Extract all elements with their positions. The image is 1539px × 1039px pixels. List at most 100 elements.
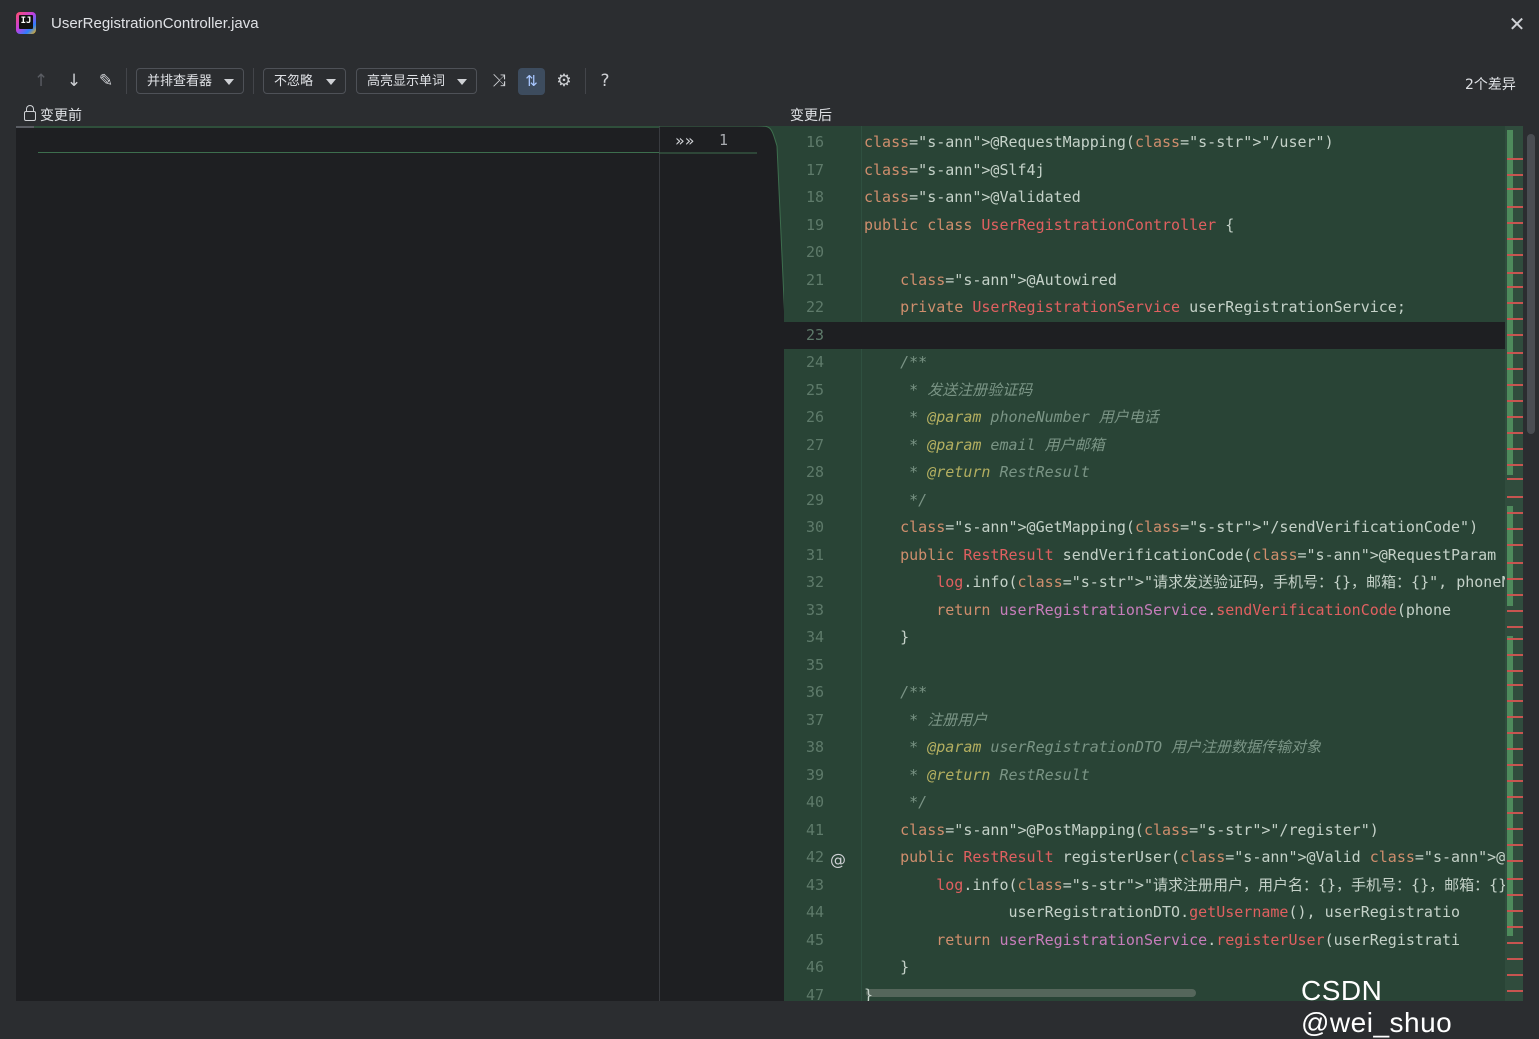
code-line[interactable]: 22 private UserRegistrationService userR… <box>784 294 1523 322</box>
error-stripe-marker[interactable] <box>1507 828 1523 830</box>
error-stripe-marker[interactable] <box>1507 478 1523 480</box>
error-stripe-marker[interactable] <box>1507 512 1523 514</box>
error-stripe-marker[interactable] <box>1507 222 1523 224</box>
code-line[interactable]: 33 return userRegistrationService.sendVe… <box>784 597 1523 625</box>
error-stripe-marker[interactable] <box>1507 878 1523 880</box>
code-line[interactable]: 37 * 注册用户 <box>784 707 1523 735</box>
code-line[interactable]: 35 <box>784 652 1523 680</box>
error-stripe-marker[interactable] <box>1507 638 1523 640</box>
error-stripe-marker[interactable] <box>1507 684 1523 686</box>
error-stripe-marker[interactable] <box>1507 368 1523 370</box>
error-stripe-marker[interactable] <box>1507 654 1523 656</box>
after-editor-pane[interactable]: @ 16 class="s-ann">@RequestMapping(class=… <box>784 126 1523 1001</box>
error-stripe-marker[interactable] <box>1507 910 1523 912</box>
error-stripe-marker[interactable] <box>1507 700 1523 702</box>
error-stripe-marker[interactable] <box>1507 894 1523 896</box>
code-line[interactable]: 29 */ <box>784 487 1523 515</box>
collapse-unchanged-icon[interactable]: ⤨ <box>488 70 510 92</box>
help-icon[interactable]: ? <box>594 70 616 92</box>
error-stripe-marker[interactable] <box>1507 416 1523 418</box>
error-stripe-marker[interactable] <box>1507 748 1523 750</box>
vertical-scrollbar-thumb[interactable] <box>1527 134 1535 434</box>
error-stripe-marker[interactable] <box>1507 958 1523 960</box>
error-stripe-marker[interactable] <box>1507 610 1523 612</box>
code-line[interactable]: 23 <box>784 321 1523 349</box>
code-line[interactable]: 27 * @param email 用户邮箱 <box>784 432 1523 460</box>
error-stripe-marker[interactable] <box>1507 384 1523 386</box>
code-line[interactable]: 25 * 发送注册验证码 <box>784 377 1523 405</box>
error-stripe-marker[interactable] <box>1507 544 1523 546</box>
code-line[interactable]: 31 public RestResult sendVerificationCod… <box>784 542 1523 570</box>
accept-change-arrows-icon[interactable]: »» <box>675 131 695 150</box>
error-stripe-marker[interactable] <box>1507 302 1523 304</box>
code-line[interactable]: 26 * @param phoneNumber 用户电话 <box>784 404 1523 432</box>
whitespace-ignore-dropdown[interactable]: 不忽略 <box>263 68 346 94</box>
error-stripe-marker[interactable] <box>1507 254 1523 256</box>
code-line[interactable]: 34 } <box>784 624 1523 652</box>
code-line[interactable]: 19 public class UserRegistrationControlle… <box>784 212 1523 240</box>
code-line[interactable]: 20 <box>784 239 1523 267</box>
next-difference-icon[interactable]: ↓ <box>63 70 85 92</box>
settings-gear-icon[interactable]: ⚙ <box>553 70 575 92</box>
code-line[interactable]: 43 log.info(class="s-str">"请求注册用户，用户名：{}… <box>784 872 1523 900</box>
error-stripe-marker[interactable] <box>1507 764 1523 766</box>
error-stripe-marker[interactable] <box>1507 448 1523 450</box>
error-stripe-marker[interactable] <box>1507 812 1523 814</box>
code-line[interactable]: 45 return userRegistrationService.regist… <box>784 927 1523 955</box>
edit-source-icon[interactable]: ✎ <box>95 70 117 92</box>
error-stripe-marker[interactable] <box>1507 796 1523 798</box>
error-stripe-marker[interactable] <box>1507 286 1523 288</box>
error-stripe-marker[interactable] <box>1507 158 1523 160</box>
error-stripe-marker[interactable] <box>1507 562 1523 564</box>
code-line[interactable]: 21 class="s-ann">@Autowired <box>784 267 1523 295</box>
code-line[interactable]: 17 class="s-ann">@Slf4j <box>784 157 1523 185</box>
before-editor-pane[interactable] <box>16 126 659 1001</box>
error-stripe-marker[interactable] <box>1507 464 1523 466</box>
code-line[interactable]: 32 log.info(class="s-str">"请求发送验证码，手机号：{… <box>784 569 1523 597</box>
error-stripe-marker[interactable] <box>1507 432 1523 434</box>
synchronize-scrolling-icon[interactable]: ⇅ <box>518 68 545 95</box>
viewer-mode-dropdown[interactable]: 并排查看器 <box>136 68 244 94</box>
error-stripe-marker[interactable] <box>1507 780 1523 782</box>
code-line[interactable]: 42 public RestResult registerUser(class=… <box>784 844 1523 872</box>
line-number: 35 <box>805 655 824 674</box>
code-line[interactable]: 38 * @param userRegistrationDTO 用户注册数据传输… <box>784 734 1523 762</box>
error-stripe-marker[interactable] <box>1507 942 1523 944</box>
error-stripe-marker[interactable] <box>1507 670 1523 672</box>
code-line[interactable]: 18 class="s-ann">@Validated <box>784 184 1523 212</box>
error-stripe-marker[interactable] <box>1507 352 1523 354</box>
lock-icon[interactable] <box>24 105 36 121</box>
close-icon[interactable]: ✕ <box>1505 12 1529 36</box>
error-stripe-marker[interactable] <box>1507 578 1523 580</box>
error-stripe-marker[interactable] <box>1507 716 1523 718</box>
error-stripe-marker[interactable] <box>1507 174 1523 176</box>
error-stripe-marker[interactable] <box>1507 400 1523 402</box>
error-stripe-marker[interactable] <box>1507 188 1523 190</box>
code-line[interactable]: 30 class="s-ann">@GetMapping(class="s-st… <box>784 514 1523 542</box>
vertical-scrollbar[interactable] <box>1523 126 1539 1001</box>
error-stripe-marker[interactable] <box>1507 594 1523 596</box>
code-line[interactable]: 40 */ <box>784 789 1523 817</box>
code-line[interactable]: 44 userRegistrationDTO.getUsername(), us… <box>784 899 1523 927</box>
error-stripe[interactable] <box>1505 126 1523 1001</box>
error-stripe-marker[interactable] <box>1507 238 1523 240</box>
error-stripe-marker[interactable] <box>1507 496 1523 498</box>
previous-difference-icon[interactable]: ↑ <box>30 70 52 92</box>
error-stripe-marker[interactable] <box>1507 926 1523 928</box>
error-stripe-marker[interactable] <box>1507 860 1523 862</box>
error-stripe-marker[interactable] <box>1507 626 1523 628</box>
highlight-mode-dropdown[interactable]: 高亮显示单词 <box>356 68 477 94</box>
code-line[interactable]: 36 /** <box>784 679 1523 707</box>
error-stripe-marker[interactable] <box>1507 334 1523 336</box>
code-line[interactable]: 24 /** <box>784 349 1523 377</box>
error-stripe-marker[interactable] <box>1507 844 1523 846</box>
error-stripe-marker[interactable] <box>1507 206 1523 208</box>
code-line[interactable]: 28 * @return RestResult <box>784 459 1523 487</box>
code-line[interactable]: 39 * @return RestResult <box>784 762 1523 790</box>
error-stripe-marker[interactable] <box>1507 272 1523 274</box>
error-stripe-marker[interactable] <box>1507 318 1523 320</box>
code-line[interactable]: 41 class="s-ann">@PostMapping(class="s-s… <box>784 817 1523 845</box>
error-stripe-marker[interactable] <box>1507 732 1523 734</box>
error-stripe-marker[interactable] <box>1507 528 1523 530</box>
code-line[interactable]: 16 class="s-ann">@RequestMapping(class="s… <box>784 129 1523 157</box>
